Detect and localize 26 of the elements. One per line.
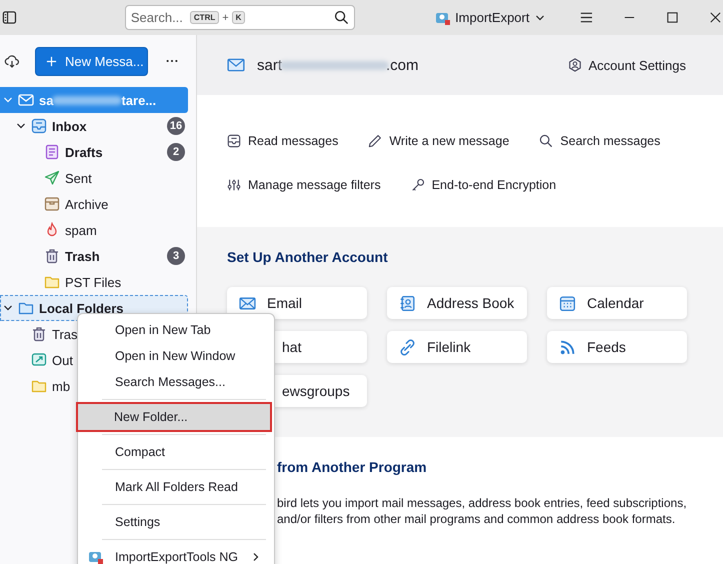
account-email: sart (257, 56, 282, 74)
description-text: bird lets you import mail messages, address book entries, feed subscriptions, (277, 495, 688, 511)
unread-count: 3 (167, 247, 185, 265)
folder-name: spam (65, 222, 97, 238)
folder-name: Drafts (65, 144, 103, 160)
folder-name: mb (52, 378, 70, 394)
section-heading: from Another Program (277, 459, 428, 475)
folder-name: Trash (65, 248, 100, 264)
plus-sign: + (222, 12, 229, 24)
folder-name: PST Files (65, 274, 122, 290)
unread-count: 2 (167, 143, 185, 161)
folder-name: Archive (65, 196, 108, 212)
folder-name: Sent (65, 170, 92, 186)
folder-name: Local Folders (39, 300, 124, 316)
folder-name: Inbox (52, 118, 87, 134)
folder-name: Out (52, 352, 73, 368)
account-email: .com (386, 56, 419, 74)
key-cap: K (232, 11, 246, 24)
account-name: sa (39, 92, 54, 108)
key-cap: CTRL (190, 11, 220, 24)
search-placeholder: Search... (130, 10, 183, 25)
description-text: and/or filters from other mail programs and common address book formats. (277, 511, 676, 527)
unread-count: 16 (167, 117, 185, 135)
section-heading: Set Up Another Account (227, 249, 389, 265)
folder-name: Tras (52, 326, 78, 342)
account-name: tare... (121, 92, 156, 108)
